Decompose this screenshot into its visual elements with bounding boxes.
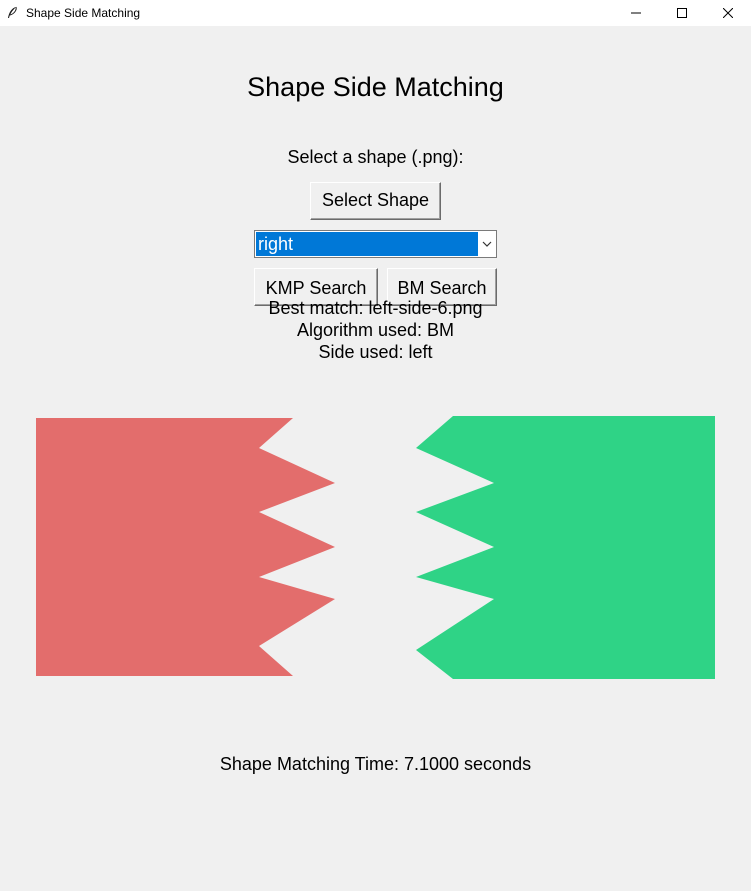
selected-shape-image (36, 418, 335, 676)
matched-shape-image (416, 416, 715, 679)
matching-time-label: Shape Matching Time: 7.1000 seconds (219, 754, 532, 774)
